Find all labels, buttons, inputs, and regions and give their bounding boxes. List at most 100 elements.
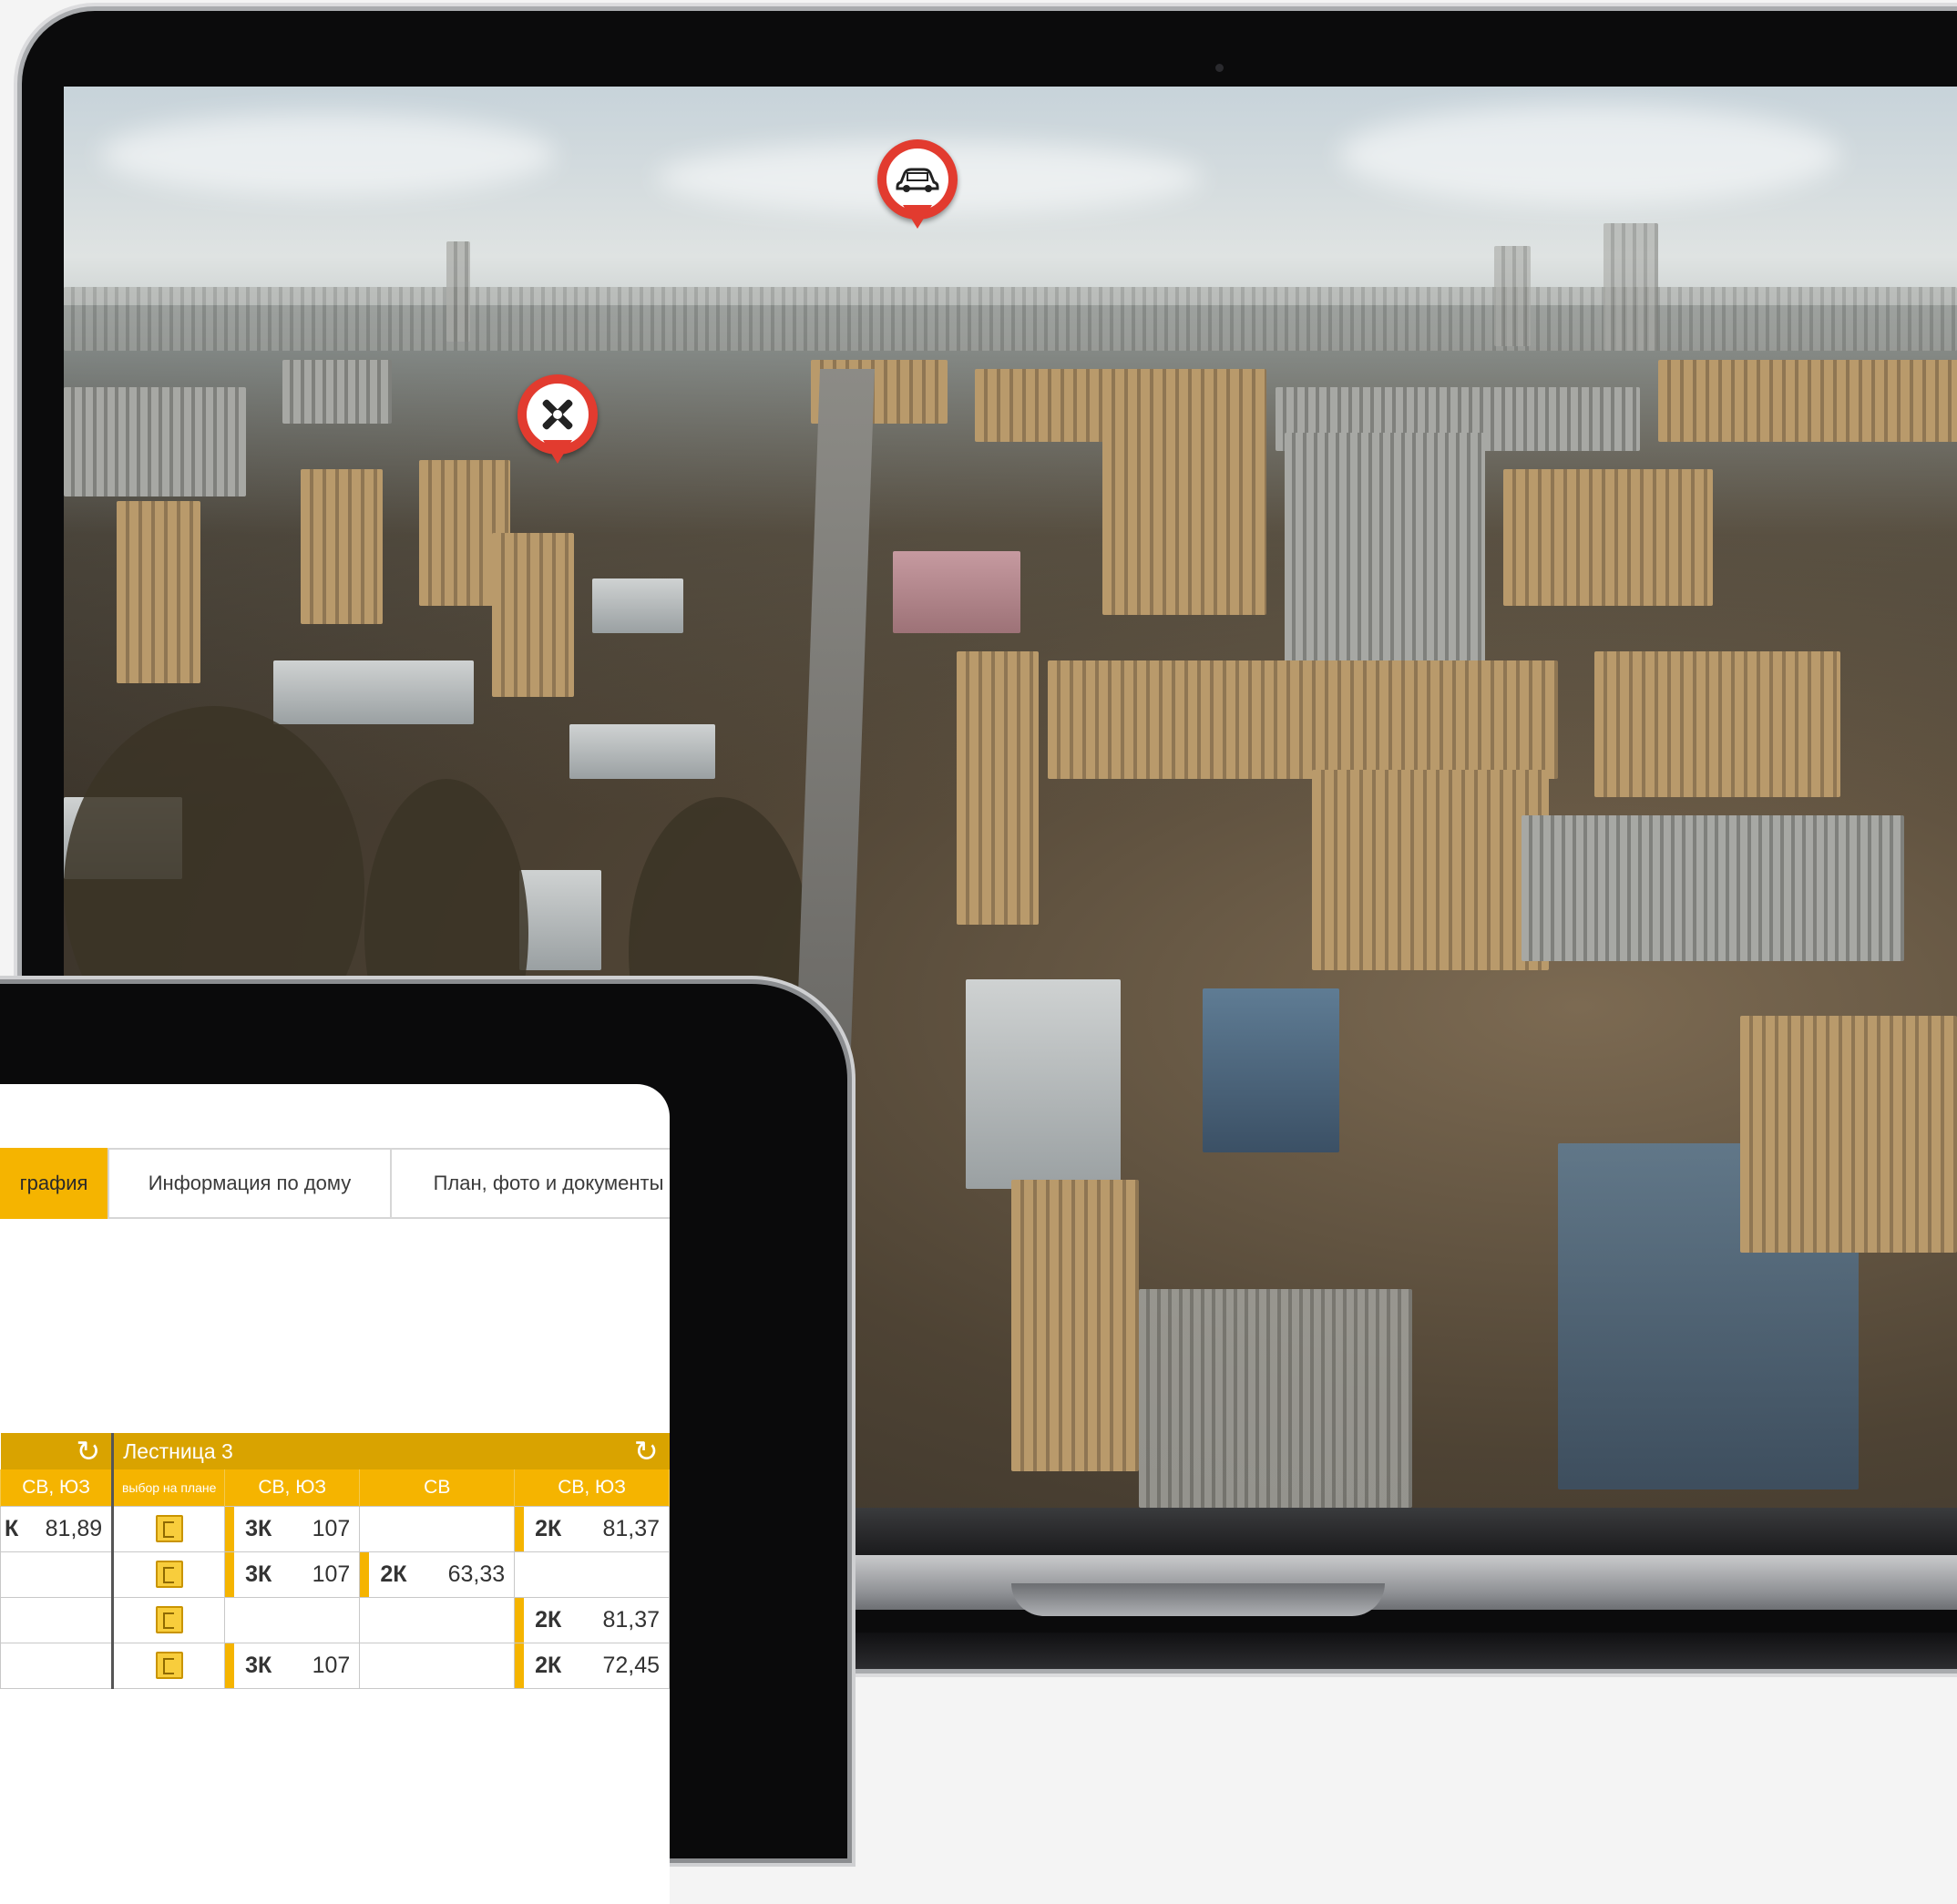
apartment-cell-empty [359,1642,516,1689]
floor-plan-icon[interactable] [155,1606,183,1633]
apartment-cell-empty [514,1551,670,1598]
apartment-area: 63,33 [447,1561,506,1587]
rooms-count: 2К [380,1561,407,1587]
plan-select-cell[interactable] [111,1505,226,1552]
building-roof [569,724,715,779]
apartment-cell[interactable]: 3К 107 [224,1505,361,1552]
apartment-cell[interactable]: 2К 81,37 [514,1596,670,1643]
tower [446,241,470,342]
status-flag [225,1643,235,1688]
cloud [100,114,556,196]
rooms-count: 2К [535,1606,562,1633]
apartment-cell[interactable]: 2К 63,33 [359,1551,516,1598]
staircase-2-header: ↻ [0,1433,113,1469]
building [1048,660,1558,779]
tab-plan-photo-docs[interactable]: План, фото и документы [390,1148,670,1219]
apartment-cell[interactable]: 2К 72,45 [514,1642,670,1689]
apartment-cell-empty [359,1596,516,1643]
building-roof [519,870,601,970]
orientation-header: СВ, ЮЗ [514,1469,670,1506]
laptop-base [843,1633,1957,1669]
apartment-cell-empty [0,1551,114,1598]
apartment-cell[interactable]: К 81,89 [0,1505,114,1552]
building-roof [592,578,683,633]
table-row: 2К 81,37 [0,1596,670,1643]
building [1658,360,1957,442]
building [1312,770,1549,970]
refresh-icon[interactable]: ↻ [634,1435,659,1468]
building [1139,1289,1412,1508]
table-row: К 81,89 3К 107 2К 81,37 [0,1505,670,1552]
rooms-count: 3К [245,1515,272,1541]
apartment-area: 107 [312,1652,351,1678]
map-pin-services[interactable] [517,374,598,464]
skyline [64,287,1957,351]
tools-icon [527,384,589,445]
orientation-header: СВ, ЮЗ [224,1469,361,1506]
apartment-cell-empty [0,1596,114,1643]
refresh-icon[interactable]: ↻ [76,1435,100,1468]
apartment-area: 81,37 [602,1515,660,1541]
plan-select-cell[interactable] [111,1551,226,1598]
cloud [1339,105,1840,205]
status-flag [515,1643,525,1688]
tab-bar: графия Информация по дому План, фото и д… [0,1148,670,1219]
building [1285,433,1485,670]
building [975,369,1266,442]
apartment-cell[interactable]: 2К 81,37 [514,1505,670,1552]
plan-select-cell[interactable] [111,1642,226,1689]
tablet-frame: графия Информация по дому План, фото и д… [0,984,847,1904]
floor-plan-icon[interactable] [155,1561,183,1588]
building [301,469,383,624]
rooms-count: 3К [245,1561,272,1587]
staircase-label: Лестница 3 [123,1438,233,1463]
map-pin-parking[interactable] [877,139,958,229]
apartment-cell-empty [0,1642,114,1689]
apartment-area: 81,89 [45,1515,103,1541]
table-row: 3К 107 2К 72,45 [0,1642,670,1689]
orientation-header: СВ [359,1469,516,1506]
floor-plan-icon[interactable] [155,1515,183,1542]
rooms-count: 2К [535,1515,562,1541]
laptop-camera [1215,64,1224,72]
tab-house-info[interactable]: Информация по дому [108,1148,392,1219]
apartment-area: 72,45 [602,1652,660,1678]
tablet-screen: графия Информация по дому План, фото и д… [0,1084,670,1904]
status-flag [360,1551,370,1597]
plan-select-header: выбор на плане [111,1469,226,1506]
plan-select-cell[interactable] [111,1596,226,1643]
tower [1604,223,1658,351]
apartment-cell-empty [224,1596,361,1643]
building-roof [273,660,474,724]
orientation-header: СВ, ЮЗ [0,1469,114,1506]
building [957,651,1039,925]
status-flag [225,1506,235,1551]
status-flag [515,1597,525,1643]
building [1102,433,1266,615]
building [1522,815,1904,961]
building [1740,1016,1957,1253]
building [893,551,1020,633]
building [1594,651,1840,797]
building [117,501,200,683]
apartment-grid: ↻ Лестница 3 ↻ СВ, ЮЗ выбор на плане СВ,… [0,1433,670,1689]
rooms-count: К [5,1515,19,1541]
apartment-area: 107 [312,1515,351,1541]
building [1011,1180,1139,1471]
status-flag [225,1551,235,1597]
status-flag [515,1506,525,1551]
rooms-count: 2К [535,1652,562,1678]
building-roof [966,979,1121,1189]
apartment-cell[interactable]: 3К 107 [224,1551,361,1598]
apartment-area: 81,37 [602,1606,660,1633]
apartment-cell-empty [359,1505,516,1552]
staircase-3-header: Лестница 3 ↻ [111,1433,670,1469]
floor-plan-icon[interactable] [155,1652,183,1679]
car-icon [886,148,948,210]
rooms-count: 3К [245,1652,272,1678]
building [282,360,392,424]
tab-photography[interactable]: графия [0,1148,108,1219]
laptop-notch [1011,1583,1385,1616]
apartment-cell[interactable]: 3К 107 [224,1642,361,1689]
building [492,533,574,697]
